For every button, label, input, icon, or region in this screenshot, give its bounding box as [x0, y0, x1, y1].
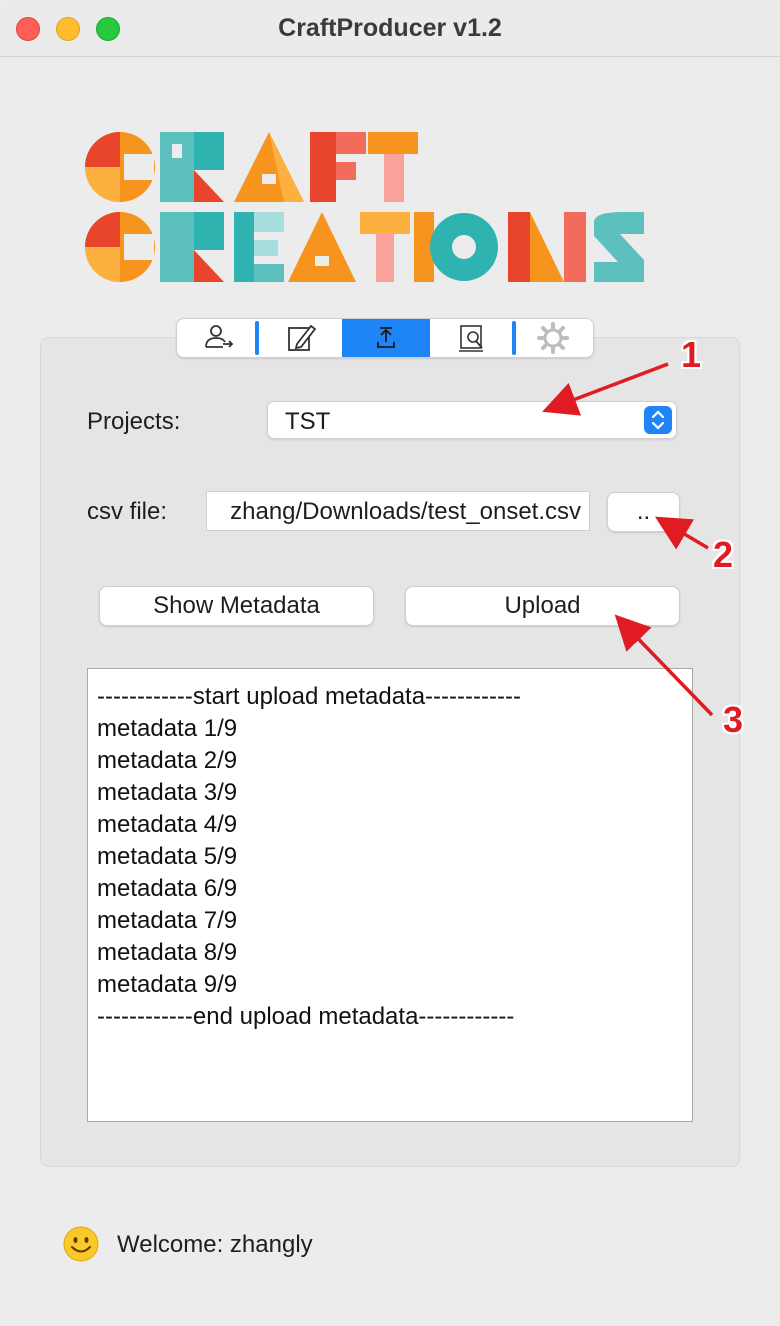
- log-line: metadata 5/9: [97, 843, 238, 870]
- csv-file-path-input[interactable]: zhang/Downloads/test_onset.csv: [206, 491, 590, 531]
- log-line: metadata 6/9: [97, 875, 238, 902]
- app-window: CraftProducer v1.2 Projects: TST csv fil…: [0, 0, 780, 1326]
- title-bar: CraftProducer v1.2: [0, 0, 780, 57]
- log-line: metadata 2/9: [97, 747, 238, 774]
- csv-file-label: csv file:: [87, 498, 168, 525]
- log-line: metadata 1/9: [97, 715, 238, 742]
- select-chevron-icon: [644, 406, 672, 434]
- edit-icon: [288, 324, 317, 351]
- log-line: metadata 8/9: [97, 939, 238, 966]
- welcome-text: Welcome: zhangly: [117, 1231, 313, 1258]
- gear-icon: [537, 322, 569, 354]
- annotation-number-1: 1: [681, 334, 702, 375]
- user-transfer-icon: [205, 325, 234, 348]
- tab-edit[interactable]: [259, 319, 343, 357]
- tab-upload[interactable]: [342, 319, 430, 357]
- log-line: metadata 7/9: [97, 907, 238, 934]
- annotation-number-3: 3: [723, 699, 744, 740]
- upload-log-textarea[interactable]: ------------start upload metadata-------…: [87, 668, 693, 1122]
- tab-inspect[interactable]: [430, 319, 514, 357]
- window-title: CraftProducer v1.2: [278, 14, 502, 42]
- browse-file-button[interactable]: ..: [607, 492, 680, 532]
- upload-icon: [377, 327, 395, 348]
- annotation-number-2: 2: [713, 534, 734, 575]
- tab-bar: [176, 318, 594, 358]
- log-line: metadata 4/9: [97, 811, 238, 838]
- log-line: ------------end upload metadata---------…: [97, 1003, 515, 1030]
- log-line: ------------start upload metadata-------…: [97, 683, 521, 710]
- projects-select[interactable]: TST: [267, 401, 677, 439]
- smiley-icon: [63, 1226, 99, 1262]
- logo-graphic: [85, 132, 644, 282]
- log-line: metadata 9/9: [97, 971, 238, 998]
- craft-creations-logo: [84, 132, 712, 282]
- projects-selected-value: TST: [285, 408, 331, 435]
- upload-button[interactable]: Upload: [405, 586, 680, 626]
- tab-settings[interactable]: [513, 319, 593, 357]
- show-metadata-button[interactable]: Show Metadata: [99, 586, 374, 626]
- inspect-document-icon: [459, 325, 483, 352]
- csv-file-path-value: zhang/Downloads/test_onset.csv: [230, 498, 581, 525]
- tab-user-transfer[interactable]: [177, 319, 261, 357]
- projects-label: Projects:: [87, 408, 181, 435]
- log-line: metadata 3/9: [97, 779, 238, 806]
